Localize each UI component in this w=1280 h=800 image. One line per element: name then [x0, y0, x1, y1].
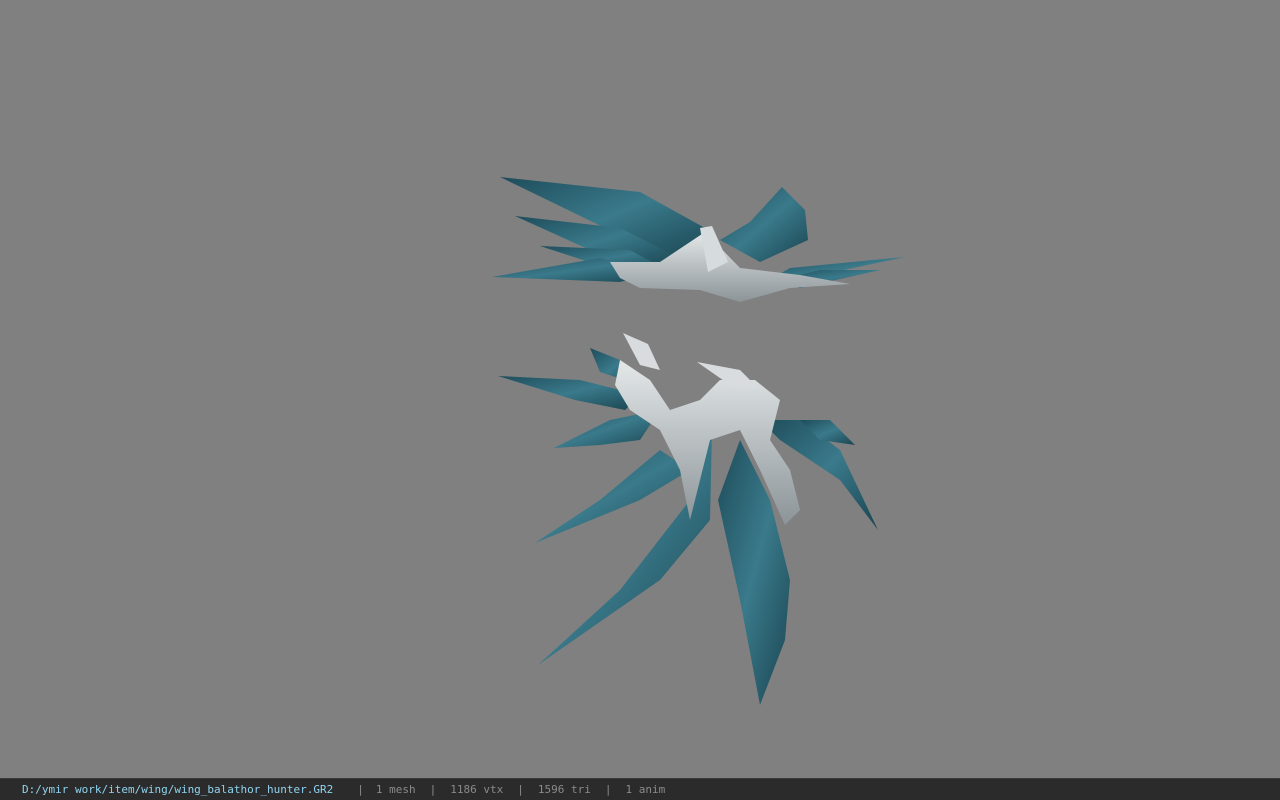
anim-count: 1 anim — [625, 783, 666, 796]
mesh-count: 1 mesh — [375, 783, 416, 796]
3d-viewport[interactable] — [0, 0, 1280, 778]
separator: | — [517, 783, 524, 796]
triangle-count: 1596 tri — [537, 783, 591, 796]
top-right-blade-1 — [720, 187, 808, 262]
front-left-blade-4 — [535, 450, 690, 543]
separator: | — [604, 783, 612, 796]
vertex-count: 1186 vtx — [450, 783, 504, 796]
wing-model-top-view — [492, 177, 905, 302]
separator: | — [357, 783, 364, 796]
status-bar: D:/ymir work/item/wing/wing_balathor_hun… — [0, 778, 1280, 800]
front-bone-horn-left — [623, 333, 660, 370]
separator: | — [429, 783, 437, 796]
wing-model-front-view — [498, 333, 878, 705]
model-render — [492, 177, 905, 705]
file-path: D:/ymir work/item/wing/wing_balathor_hun… — [22, 783, 334, 796]
